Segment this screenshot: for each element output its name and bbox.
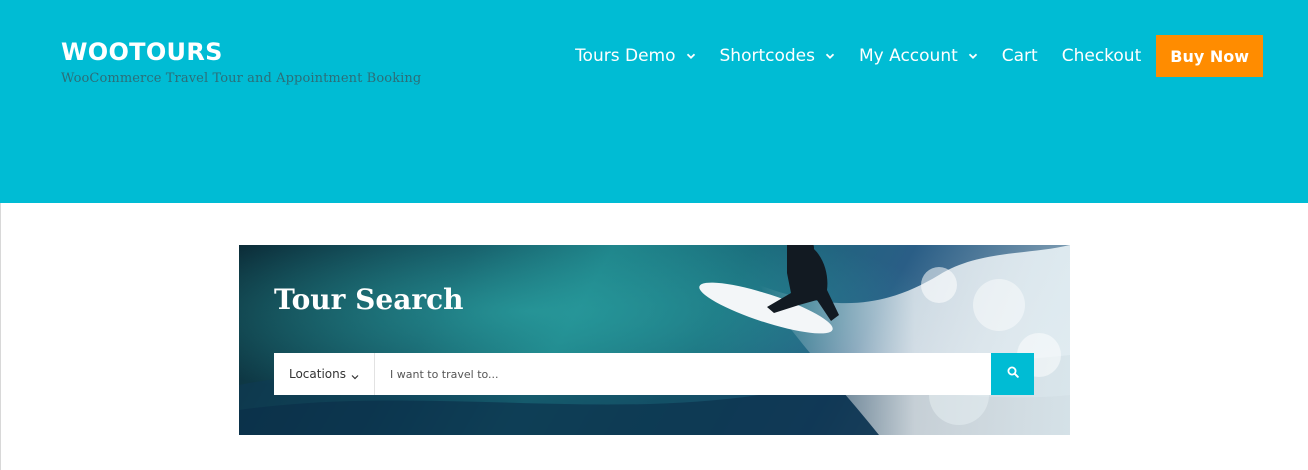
tour-search-banner: Tour Search Locations bbox=[239, 245, 1070, 435]
nav-item-label: My Account bbox=[858, 46, 958, 66]
tour-search-bar: Locations bbox=[274, 353, 1034, 395]
search-button[interactable] bbox=[991, 353, 1034, 395]
chevron-down-icon bbox=[825, 51, 835, 61]
chevron-down-icon bbox=[351, 370, 359, 380]
nav-item-checkout[interactable]: Checkout bbox=[1062, 46, 1142, 66]
site-tagline: WooCommerce Travel Tour and Appointment … bbox=[61, 71, 422, 86]
locations-label: Locations bbox=[288, 367, 346, 381]
search-icon bbox=[1007, 365, 1019, 383]
nav-item-label: Checkout bbox=[1061, 46, 1142, 66]
nav-item-cart[interactable]: Cart bbox=[1002, 46, 1038, 66]
nav-item-tours-demo[interactable]: Tours Demo bbox=[575, 46, 695, 66]
nav-item-my-account[interactable]: My Account bbox=[859, 46, 978, 66]
chevron-down-icon bbox=[686, 51, 696, 61]
page-left-border bbox=[0, 203, 1, 470]
destination-search-input[interactable] bbox=[375, 353, 991, 395]
nav-item-label: Cart bbox=[1001, 46, 1038, 66]
brand: WOOTOURS WooCommerce Travel Tour and App… bbox=[61, 37, 421, 86]
nav-item-label: Tours Demo bbox=[575, 46, 676, 66]
main-nav: Tours Demo Shortcodes My Account Cart Ch… bbox=[575, 35, 1263, 77]
site-title[interactable]: WOOTOURS bbox=[61, 37, 421, 67]
surfer-wave-image bbox=[239, 245, 1070, 435]
buy-now-button[interactable]: Buy Now bbox=[1156, 35, 1263, 77]
nav-item-label: Shortcodes bbox=[719, 46, 815, 66]
chevron-down-icon bbox=[968, 51, 978, 61]
site-header: WOOTOURS WooCommerce Travel Tour and App… bbox=[0, 0, 1308, 203]
nav-item-shortcodes[interactable]: Shortcodes bbox=[720, 46, 835, 66]
locations-dropdown[interactable]: Locations bbox=[274, 353, 375, 395]
tour-search-title: Tour Search bbox=[274, 283, 464, 316]
